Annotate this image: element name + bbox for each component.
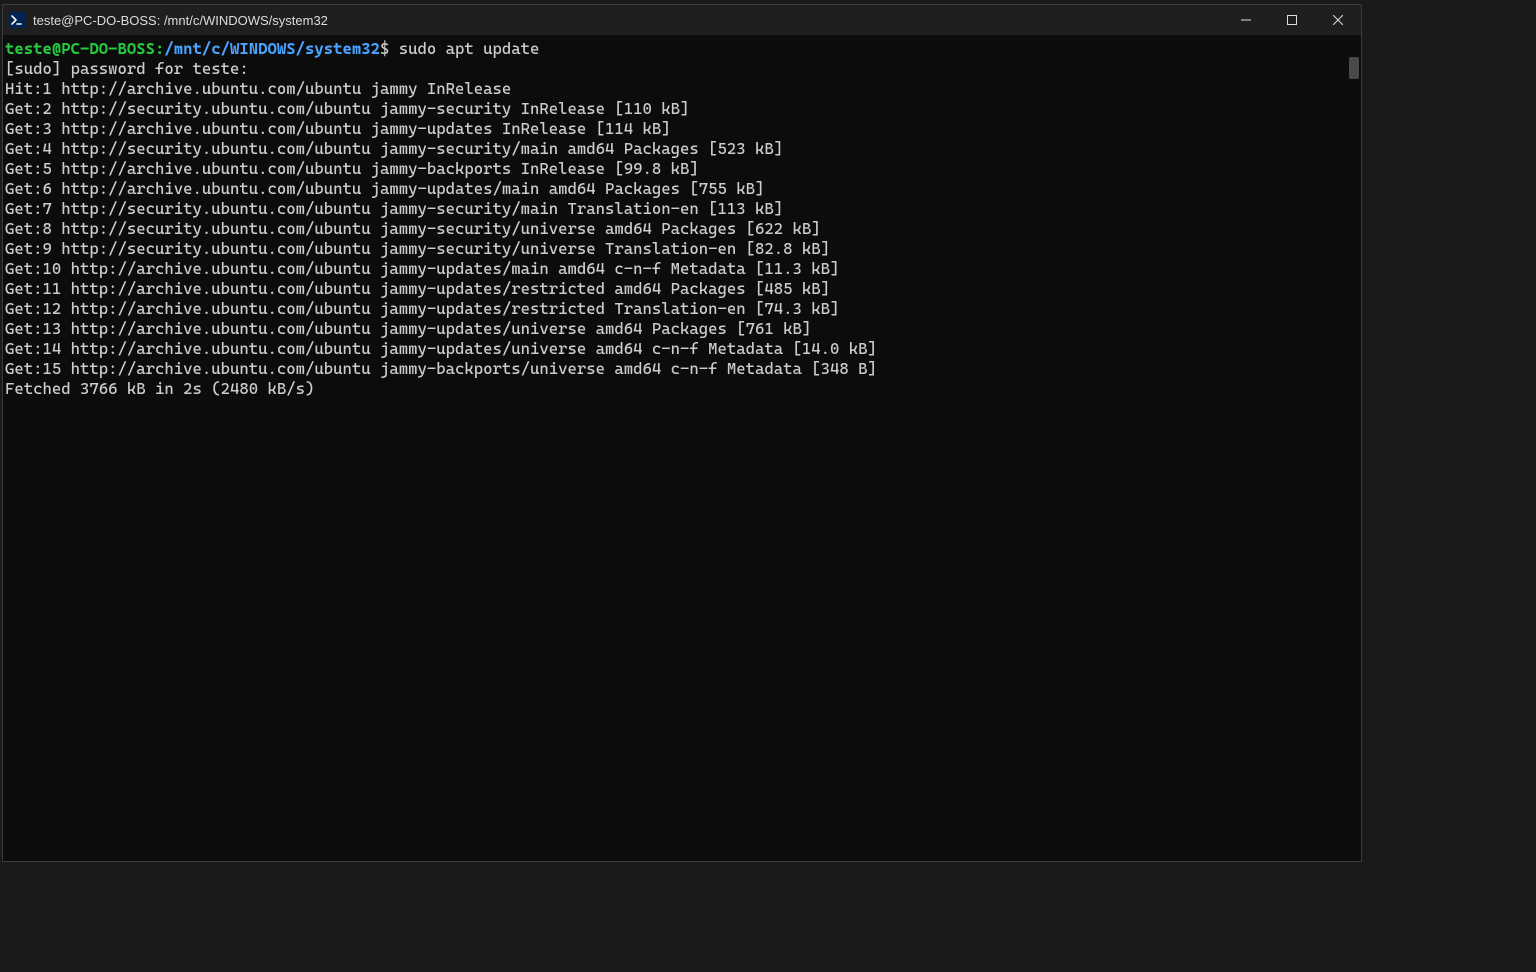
terminal-area[interactable]: teste@PC-DO-BOSS:/mnt/c/WINDOWS/system32… — [3, 35, 1361, 861]
output-line: Get:2 http://security.ubuntu.com/ubuntu … — [5, 99, 1345, 119]
terminal-window: teste@PC-DO-BOSS: /mnt/c/WINDOWS/system3… — [2, 4, 1362, 862]
output-line: Get:3 http://archive.ubuntu.com/ubuntu j… — [5, 119, 1345, 139]
output-line: Get:10 http://archive.ubuntu.com/ubuntu … — [5, 259, 1345, 279]
output-line: Get:6 http://archive.ubuntu.com/ubuntu j… — [5, 179, 1345, 199]
prompt-sep: : — [155, 39, 164, 58]
window-controls — [1223, 5, 1361, 35]
output-line: Fetched 3766 kB in 2s (2480 kB/s) — [5, 379, 1345, 399]
title-bar[interactable]: teste@PC-DO-BOSS: /mnt/c/WINDOWS/system3… — [3, 5, 1361, 35]
output-line: Get:15 http://archive.ubuntu.com/ubuntu … — [5, 359, 1345, 379]
maximize-button[interactable] — [1269, 5, 1315, 35]
close-button[interactable] — [1315, 5, 1361, 35]
scrollbar[interactable] — [1347, 35, 1361, 861]
prompt-path: /mnt/c/WINDOWS/system32 — [164, 39, 380, 58]
output-line: Hit:1 http://archive.ubuntu.com/ubuntu j… — [5, 79, 1345, 99]
output-line: Get:12 http://archive.ubuntu.com/ubuntu … — [5, 299, 1345, 319]
output-line: Get:7 http://security.ubuntu.com/ubuntu … — [5, 199, 1345, 219]
output-line: Get:8 http://security.ubuntu.com/ubuntu … — [5, 219, 1345, 239]
prompt-command: sudo apt update — [389, 39, 539, 58]
powershell-icon — [9, 12, 25, 28]
output-line: Get:9 http://security.ubuntu.com/ubuntu … — [5, 239, 1345, 259]
output-line: [sudo] password for teste: — [5, 59, 1345, 79]
terminal-content[interactable]: teste@PC-DO-BOSS:/mnt/c/WINDOWS/system32… — [3, 35, 1347, 861]
title-bar-left: teste@PC-DO-BOSS: /mnt/c/WINDOWS/system3… — [9, 12, 328, 28]
output-line: Get:14 http://archive.ubuntu.com/ubuntu … — [5, 339, 1345, 359]
prompt-user-host: teste@PC-DO-BOSS — [5, 39, 155, 58]
scrollbar-thumb[interactable] — [1349, 57, 1359, 79]
output-line: Get:4 http://security.ubuntu.com/ubuntu … — [5, 139, 1345, 159]
output-line: Get:5 http://archive.ubuntu.com/ubuntu j… — [5, 159, 1345, 179]
prompt-line: teste@PC-DO-BOSS:/mnt/c/WINDOWS/system32… — [5, 39, 1345, 59]
output-line: Get:13 http://archive.ubuntu.com/ubuntu … — [5, 319, 1345, 339]
output-line: Get:11 http://archive.ubuntu.com/ubuntu … — [5, 279, 1345, 299]
window-title: teste@PC-DO-BOSS: /mnt/c/WINDOWS/system3… — [33, 13, 328, 28]
minimize-button[interactable] — [1223, 5, 1269, 35]
prompt-dollar: $ — [380, 39, 389, 58]
